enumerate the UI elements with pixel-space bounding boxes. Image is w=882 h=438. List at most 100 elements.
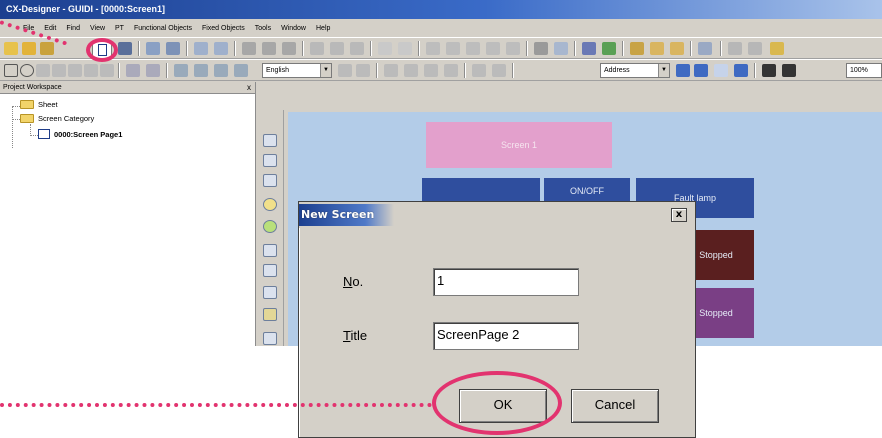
open-folder-icon[interactable] [22, 42, 36, 55]
simulation-icon[interactable] [602, 42, 616, 55]
tool-icon[interactable] [650, 42, 664, 55]
address-select[interactable]: Address ▼ [600, 63, 670, 78]
zoom-icon[interactable] [728, 42, 742, 55]
tool-icon[interactable] [630, 42, 644, 55]
close-icon[interactable]: x [247, 82, 251, 94]
sector-icon[interactable] [100, 64, 114, 77]
grid-icon[interactable] [194, 42, 208, 55]
circle-icon[interactable] [20, 64, 34, 77]
bitmap-tool-icon[interactable] [263, 308, 277, 321]
language-select[interactable]: English ▼ [262, 63, 332, 78]
align-icon[interactable] [234, 64, 248, 77]
cancel-button[interactable]: Cancel [571, 389, 659, 423]
display-icon[interactable] [676, 64, 690, 77]
table-tool-icon[interactable] [263, 332, 277, 345]
polygon-icon[interactable] [68, 64, 82, 77]
open-icon[interactable] [40, 42, 54, 55]
paste-icon[interactable] [262, 42, 276, 55]
display-icon[interactable] [694, 64, 708, 77]
undo-icon[interactable] [378, 42, 392, 55]
layer-icon[interactable] [444, 64, 458, 77]
title-field[interactable]: ScreenPage 2 [433, 322, 579, 350]
menu-edit[interactable]: Edit [39, 25, 61, 32]
frame-icon[interactable] [492, 64, 506, 77]
menu-find[interactable]: Find [61, 25, 85, 32]
menu-fixed-objects[interactable]: Fixed Objects [197, 25, 250, 32]
group-icon[interactable] [126, 64, 140, 77]
menu-help[interactable]: Help [311, 25, 335, 32]
align-icon[interactable] [174, 64, 188, 77]
chevron-down-icon[interactable]: ▼ [658, 64, 669, 77]
copy-icon[interactable] [446, 42, 460, 55]
arc-icon[interactable] [84, 64, 98, 77]
cut-icon[interactable] [426, 42, 440, 55]
duplicate-icon[interactable] [282, 42, 296, 55]
chevron-down-icon[interactable]: ▼ [320, 64, 331, 77]
no-field[interactable]: 1 [433, 268, 579, 296]
replace-icon[interactable] [554, 42, 568, 55]
transfer-icon[interactable] [166, 42, 180, 55]
drawing-toolbar: English ▼ Address ▼ 100% [0, 59, 882, 81]
layer-icon[interactable] [424, 64, 438, 77]
close-icon[interactable]: x [671, 208, 687, 222]
color-icon[interactable] [714, 64, 728, 77]
screen-icon[interactable] [698, 42, 712, 55]
polyline-icon[interactable] [52, 64, 66, 77]
paste-icon[interactable] [466, 42, 480, 55]
ungroup-icon[interactable] [146, 64, 160, 77]
print-icon[interactable] [350, 42, 364, 55]
align-icon[interactable] [194, 64, 208, 77]
tree-item-label: 0000:Screen Page1 [54, 129, 123, 139]
annotation-dotted-line [0, 403, 432, 407]
fill-icon[interactable] [762, 64, 776, 77]
select-all-icon[interactable] [506, 42, 520, 55]
button-tool-icon[interactable] [263, 134, 277, 147]
tree-item-label: Sheet [38, 100, 58, 109]
tree-item-screen-page[interactable]: 0000:Screen Page1 [38, 129, 122, 139]
tree-item-sheet[interactable]: Sheet [20, 100, 58, 109]
grid-icon[interactable] [214, 42, 228, 55]
transfer-icon[interactable] [146, 42, 160, 55]
copy-icon[interactable] [242, 42, 256, 55]
preview-icon[interactable] [330, 42, 344, 55]
lamp-tool-icon[interactable] [263, 198, 277, 211]
align-icon[interactable] [214, 64, 228, 77]
text-icon[interactable] [338, 64, 352, 77]
screen-header[interactable]: Screen 1 [426, 122, 612, 168]
tree-item-screen-category[interactable]: Screen Category [20, 114, 94, 123]
word-button-tool-icon[interactable] [263, 174, 277, 187]
toolbar-separator [166, 63, 168, 78]
folder-icon [20, 100, 34, 109]
lamp-tool-icon[interactable] [263, 220, 277, 233]
page-icon[interactable] [310, 42, 324, 55]
layer-icon[interactable] [404, 64, 418, 77]
color-icon[interactable] [734, 64, 748, 77]
menu-window[interactable]: Window [276, 25, 311, 32]
help-icon[interactable] [770, 42, 784, 55]
toolbar-separator [622, 41, 624, 56]
toolbar-separator [418, 41, 420, 56]
rectangle-icon[interactable] [4, 64, 18, 77]
folder-icon[interactable] [670, 42, 684, 55]
menu-functional-objects[interactable]: Functional Objects [129, 25, 197, 32]
menu-tools[interactable]: Tools [250, 25, 276, 32]
test-icon[interactable] [582, 42, 596, 55]
menu-view[interactable]: View [85, 25, 110, 32]
save-icon[interactable] [118, 42, 132, 55]
layer-icon[interactable] [384, 64, 398, 77]
text-icon[interactable] [356, 64, 370, 77]
list-tool-icon[interactable] [263, 286, 277, 299]
zoom-icon[interactable] [748, 42, 762, 55]
binoculars-icon[interactable] [534, 42, 548, 55]
button-tool-icon[interactable] [263, 154, 277, 167]
menu-pt[interactable]: PT [110, 25, 129, 32]
delete-icon[interactable] [486, 42, 500, 55]
line-icon[interactable] [36, 64, 50, 77]
redo-icon[interactable] [398, 42, 412, 55]
frame-icon[interactable] [472, 64, 486, 77]
fill-icon[interactable] [782, 64, 796, 77]
numeral-tool-icon[interactable] [263, 244, 277, 257]
string-tool-icon[interactable] [263, 264, 277, 277]
new-project-icon[interactable] [4, 42, 18, 55]
zoom-level[interactable]: 100% [846, 63, 882, 78]
